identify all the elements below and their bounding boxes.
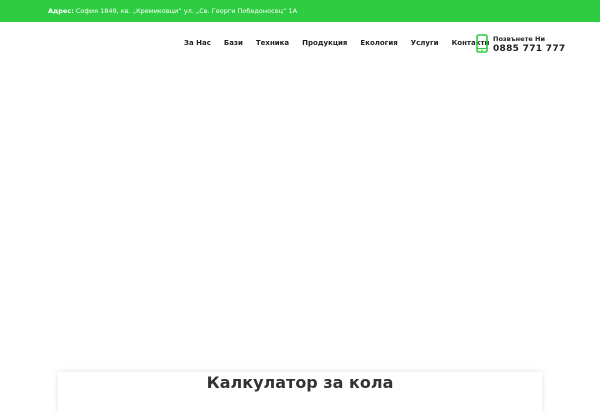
calculator-title: Калкулатор за кола — [206, 373, 394, 392]
nav-item-services[interactable]: Услуги — [411, 39, 439, 47]
call-us-label: Позвънете Ни — [493, 35, 546, 43]
nav-item-about[interactable]: За Нас — [184, 39, 211, 47]
call-us-block: Позвънете Ни 0885 771 777 — [493, 35, 566, 55]
nav-item-equipment[interactable]: Техника — [256, 39, 289, 47]
smartphone-icon — [476, 34, 488, 53]
calculator-card: Калкулатор за кола — [58, 372, 542, 412]
top-info-bar: Адрес: София 1849, кв. „Кремиковци“ ул. … — [0, 0, 600, 22]
address-value: София 1849, кв. „Кремиковци“ ул. „Св. Ге… — [73, 7, 298, 15]
main-nav: За Нас Бази Техника Продукция Екология У… — [184, 39, 489, 47]
phone-number-link[interactable]: 0885 771 777 — [493, 43, 566, 55]
nav-item-bases[interactable]: Бази — [224, 39, 243, 47]
nav-item-ecology[interactable]: Екология — [360, 39, 397, 47]
address-label: Адрес: — [48, 7, 74, 15]
hero-area — [0, 66, 600, 370]
nav-item-products[interactable]: Продукция — [302, 39, 347, 47]
